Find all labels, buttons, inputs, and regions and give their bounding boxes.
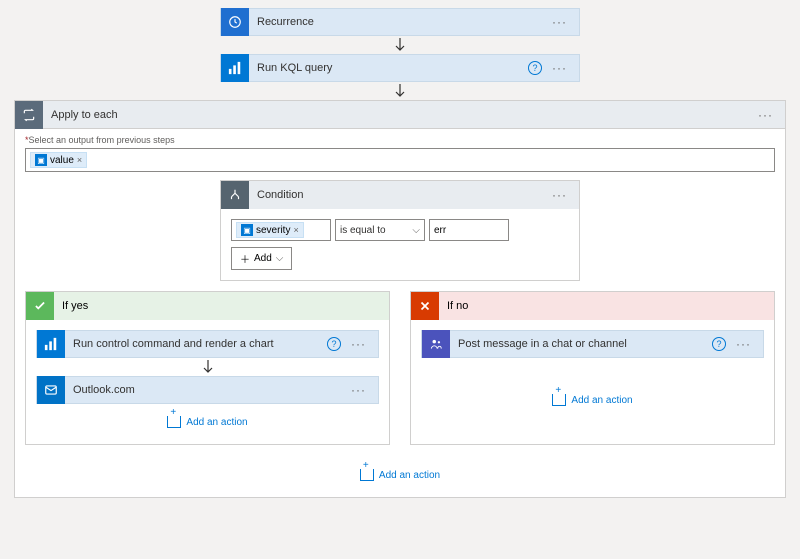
apply-to-each-menu[interactable]: ··· [752, 108, 779, 122]
outlook-label: Outlook.com [65, 384, 345, 396]
if-no-title: If no [447, 300, 468, 312]
loop-icon [15, 101, 43, 129]
help-icon[interactable]: ? [327, 337, 341, 351]
teams-post-label: Post message in a chat or channel [450, 338, 712, 350]
if-no-header: If no [411, 292, 774, 320]
arrow-down-icon [392, 82, 408, 100]
token-remove[interactable]: × [77, 155, 82, 165]
if-yes-title: If yes [62, 300, 88, 312]
if-yes-branch: If yes Run control command and render a … [25, 291, 390, 445]
apply-input-field[interactable]: ▣ value × [25, 148, 775, 172]
if-no-branch: If no Post message in a chat or channel … [410, 291, 775, 445]
recurrence-label: Recurrence [249, 16, 546, 28]
run-kql-label: Run KQL query [249, 62, 528, 74]
add-action-no[interactable]: Add an action [552, 394, 632, 406]
recurrence-menu[interactable]: ··· [546, 15, 573, 29]
condition-step: Condition ··· ▣ severity × [220, 180, 580, 281]
add-action-icon [167, 416, 181, 428]
apply-to-each-header[interactable]: Apply to each ··· [15, 101, 785, 129]
add-action-icon [552, 394, 566, 406]
token-remove[interactable]: × [293, 225, 298, 235]
condition-label: Condition [249, 189, 546, 201]
add-action-apply-each[interactable]: Add an action [360, 469, 440, 481]
help-icon[interactable]: ? [528, 61, 542, 75]
plus-icon: ＋ [240, 251, 250, 266]
adx-iconlet: ▣ [241, 224, 253, 236]
recurrence-step[interactable]: Recurrence ··· [220, 8, 580, 36]
step-menu[interactable]: ··· [345, 337, 372, 351]
run-kql-menu[interactable]: ··· [546, 61, 573, 75]
condition-header[interactable]: Condition ··· [221, 181, 579, 209]
token-severity[interactable]: ▣ severity × [236, 222, 304, 238]
cross-icon [411, 292, 439, 320]
add-action-icon [360, 469, 374, 481]
clock-icon [221, 8, 249, 36]
outlook-step[interactable]: Outlook.com ··· [36, 376, 379, 404]
step-menu[interactable]: ··· [730, 337, 757, 351]
step-menu[interactable]: ··· [345, 383, 372, 397]
branch-icon [221, 181, 249, 209]
token-value[interactable]: ▣ value × [30, 152, 87, 168]
adx-icon [221, 54, 249, 82]
adx-icon [37, 330, 65, 358]
add-action-yes[interactable]: Add an action [167, 416, 247, 428]
chevron-down-icon [276, 253, 284, 264]
condition-menu[interactable]: ··· [546, 188, 573, 202]
adx-iconlet: ▣ [35, 154, 47, 166]
arrow-down-icon [200, 358, 216, 376]
apply-input-label: *Select an output from previous steps [25, 135, 775, 145]
help-icon[interactable]: ? [712, 337, 726, 351]
apply-to-each-label: Apply to each [43, 109, 752, 121]
run-control-command-label: Run control command and render a chart [65, 338, 327, 350]
run-kql-step[interactable]: Run KQL query ? ··· [220, 54, 580, 82]
condition-add-button[interactable]: ＋ Add [231, 247, 292, 270]
apply-to-each-scope: Apply to each ··· *Select an output from… [14, 100, 786, 498]
arrow-down-icon [392, 36, 408, 54]
teams-post-step[interactable]: Post message in a chat or channel ? ··· [421, 330, 764, 358]
condition-operator-select[interactable]: is equal to [335, 219, 425, 241]
outlook-icon [37, 376, 65, 404]
run-control-command-step[interactable]: Run control command and render a chart ?… [36, 330, 379, 358]
teams-icon [422, 330, 450, 358]
check-icon [26, 292, 54, 320]
if-yes-header: If yes [26, 292, 389, 320]
condition-left-field[interactable]: ▣ severity × [231, 219, 331, 241]
condition-value-input[interactable]: err [429, 219, 509, 241]
